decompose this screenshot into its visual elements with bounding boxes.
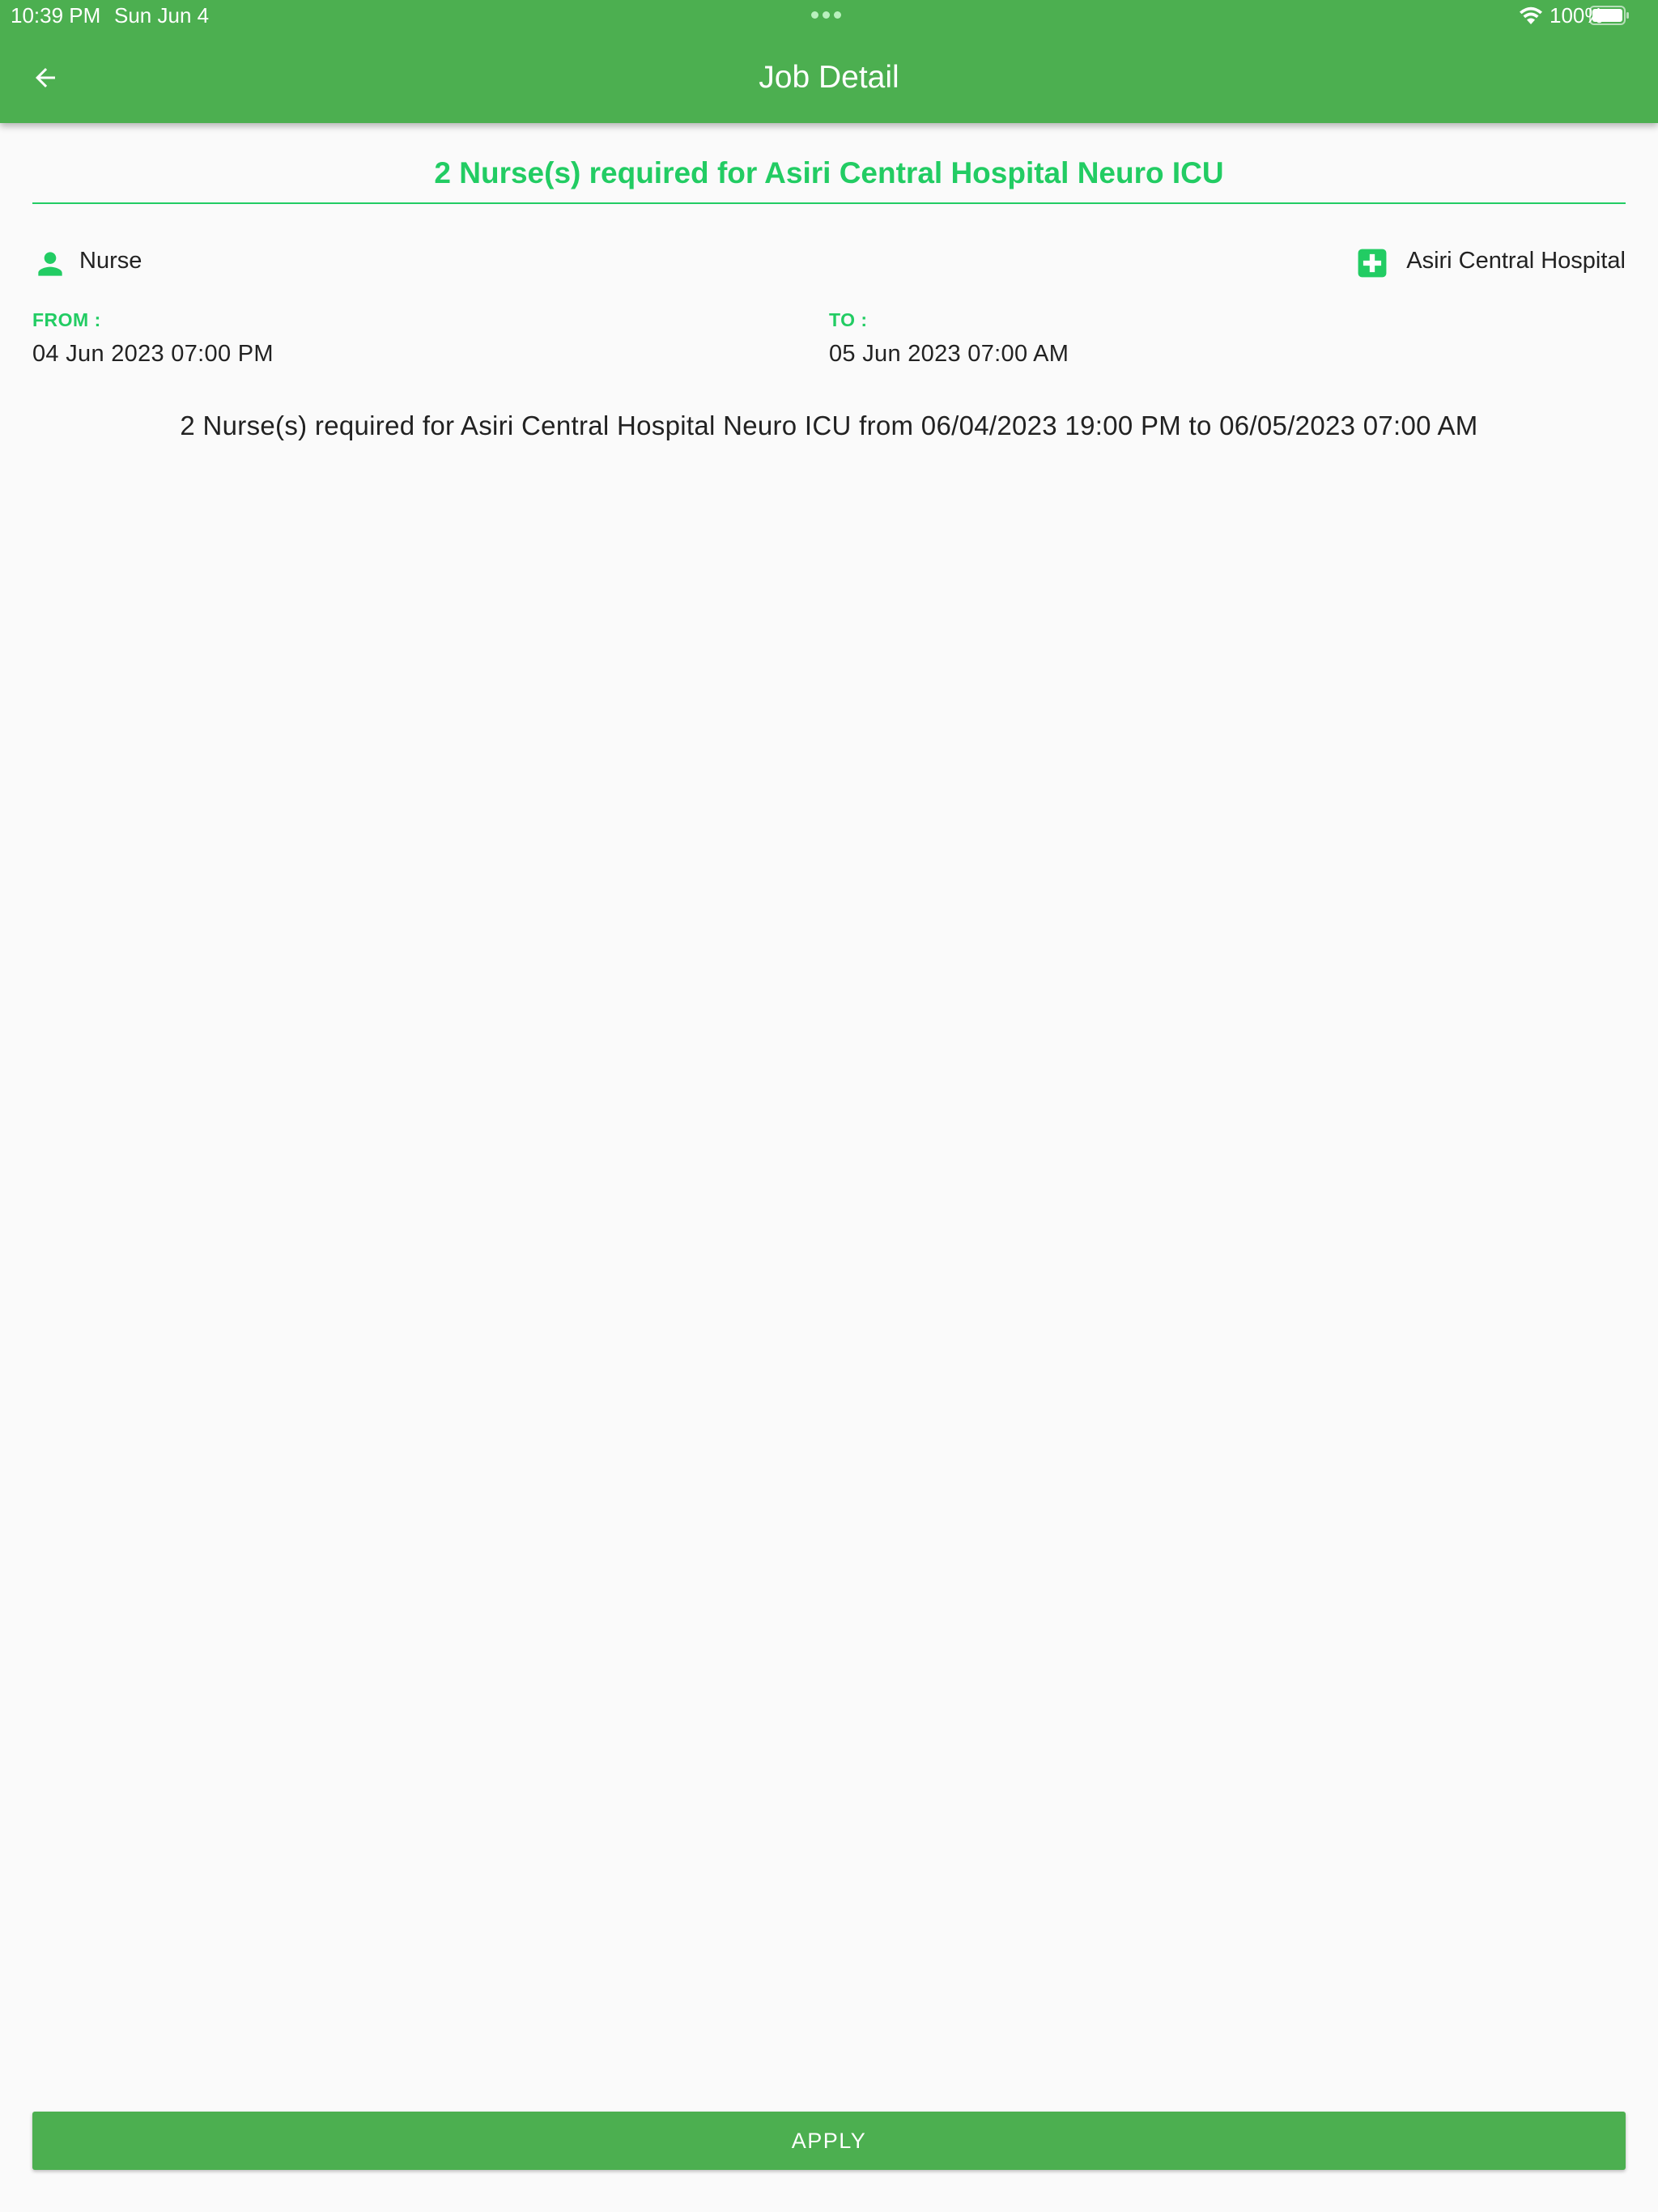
multitasking-dots-icon[interactable] — [811, 11, 841, 19]
job-info-row: Nurse Asiri Central Hospital — [32, 240, 1626, 288]
status-bar: 10:39 PM Sun Jun 4 100% — [0, 0, 1658, 32]
page-title: Job Detail — [759, 60, 899, 95]
job-detail-content: 2 Nurse(s) required for Asiri Central Ho… — [32, 123, 1626, 444]
from-date-block: FROM : 04 Jun 2023 07:00 PM — [32, 308, 274, 368]
app-bar: 10:39 PM Sun Jun 4 100% Job Detail — [0, 0, 1658, 123]
status-date: Sun Jun 4 — [114, 3, 210, 28]
apply-button[interactable]: APPLY — [32, 2112, 1626, 2170]
job-description: 2 Nurse(s) required for Asiri Central Ho… — [180, 410, 1478, 440]
from-label: FROM : — [32, 309, 101, 330]
title-divider — [32, 202, 1626, 204]
from-value: 04 Jun 2023 07:00 PM — [32, 341, 274, 367]
hospital-label: Asiri Central Hospital — [1406, 248, 1626, 274]
status-time: 10:39 PM — [11, 3, 101, 28]
job-title: 2 Nurse(s) required for Asiri Central Ho… — [434, 156, 1224, 189]
battery-icon — [1589, 6, 1629, 25]
dates-row: FROM : 04 Jun 2023 07:00 PM TO : 05 Jun … — [32, 308, 1626, 381]
wifi-icon — [1520, 6, 1542, 24]
role-label: Nurse — [79, 248, 142, 274]
to-label: TO : — [829, 309, 868, 330]
person-icon — [38, 252, 62, 276]
to-date-block: TO : 05 Jun 2023 07:00 AM — [829, 308, 1069, 368]
to-value: 05 Jun 2023 07:00 AM — [829, 341, 1069, 367]
medical-cross-icon — [1358, 249, 1387, 278]
